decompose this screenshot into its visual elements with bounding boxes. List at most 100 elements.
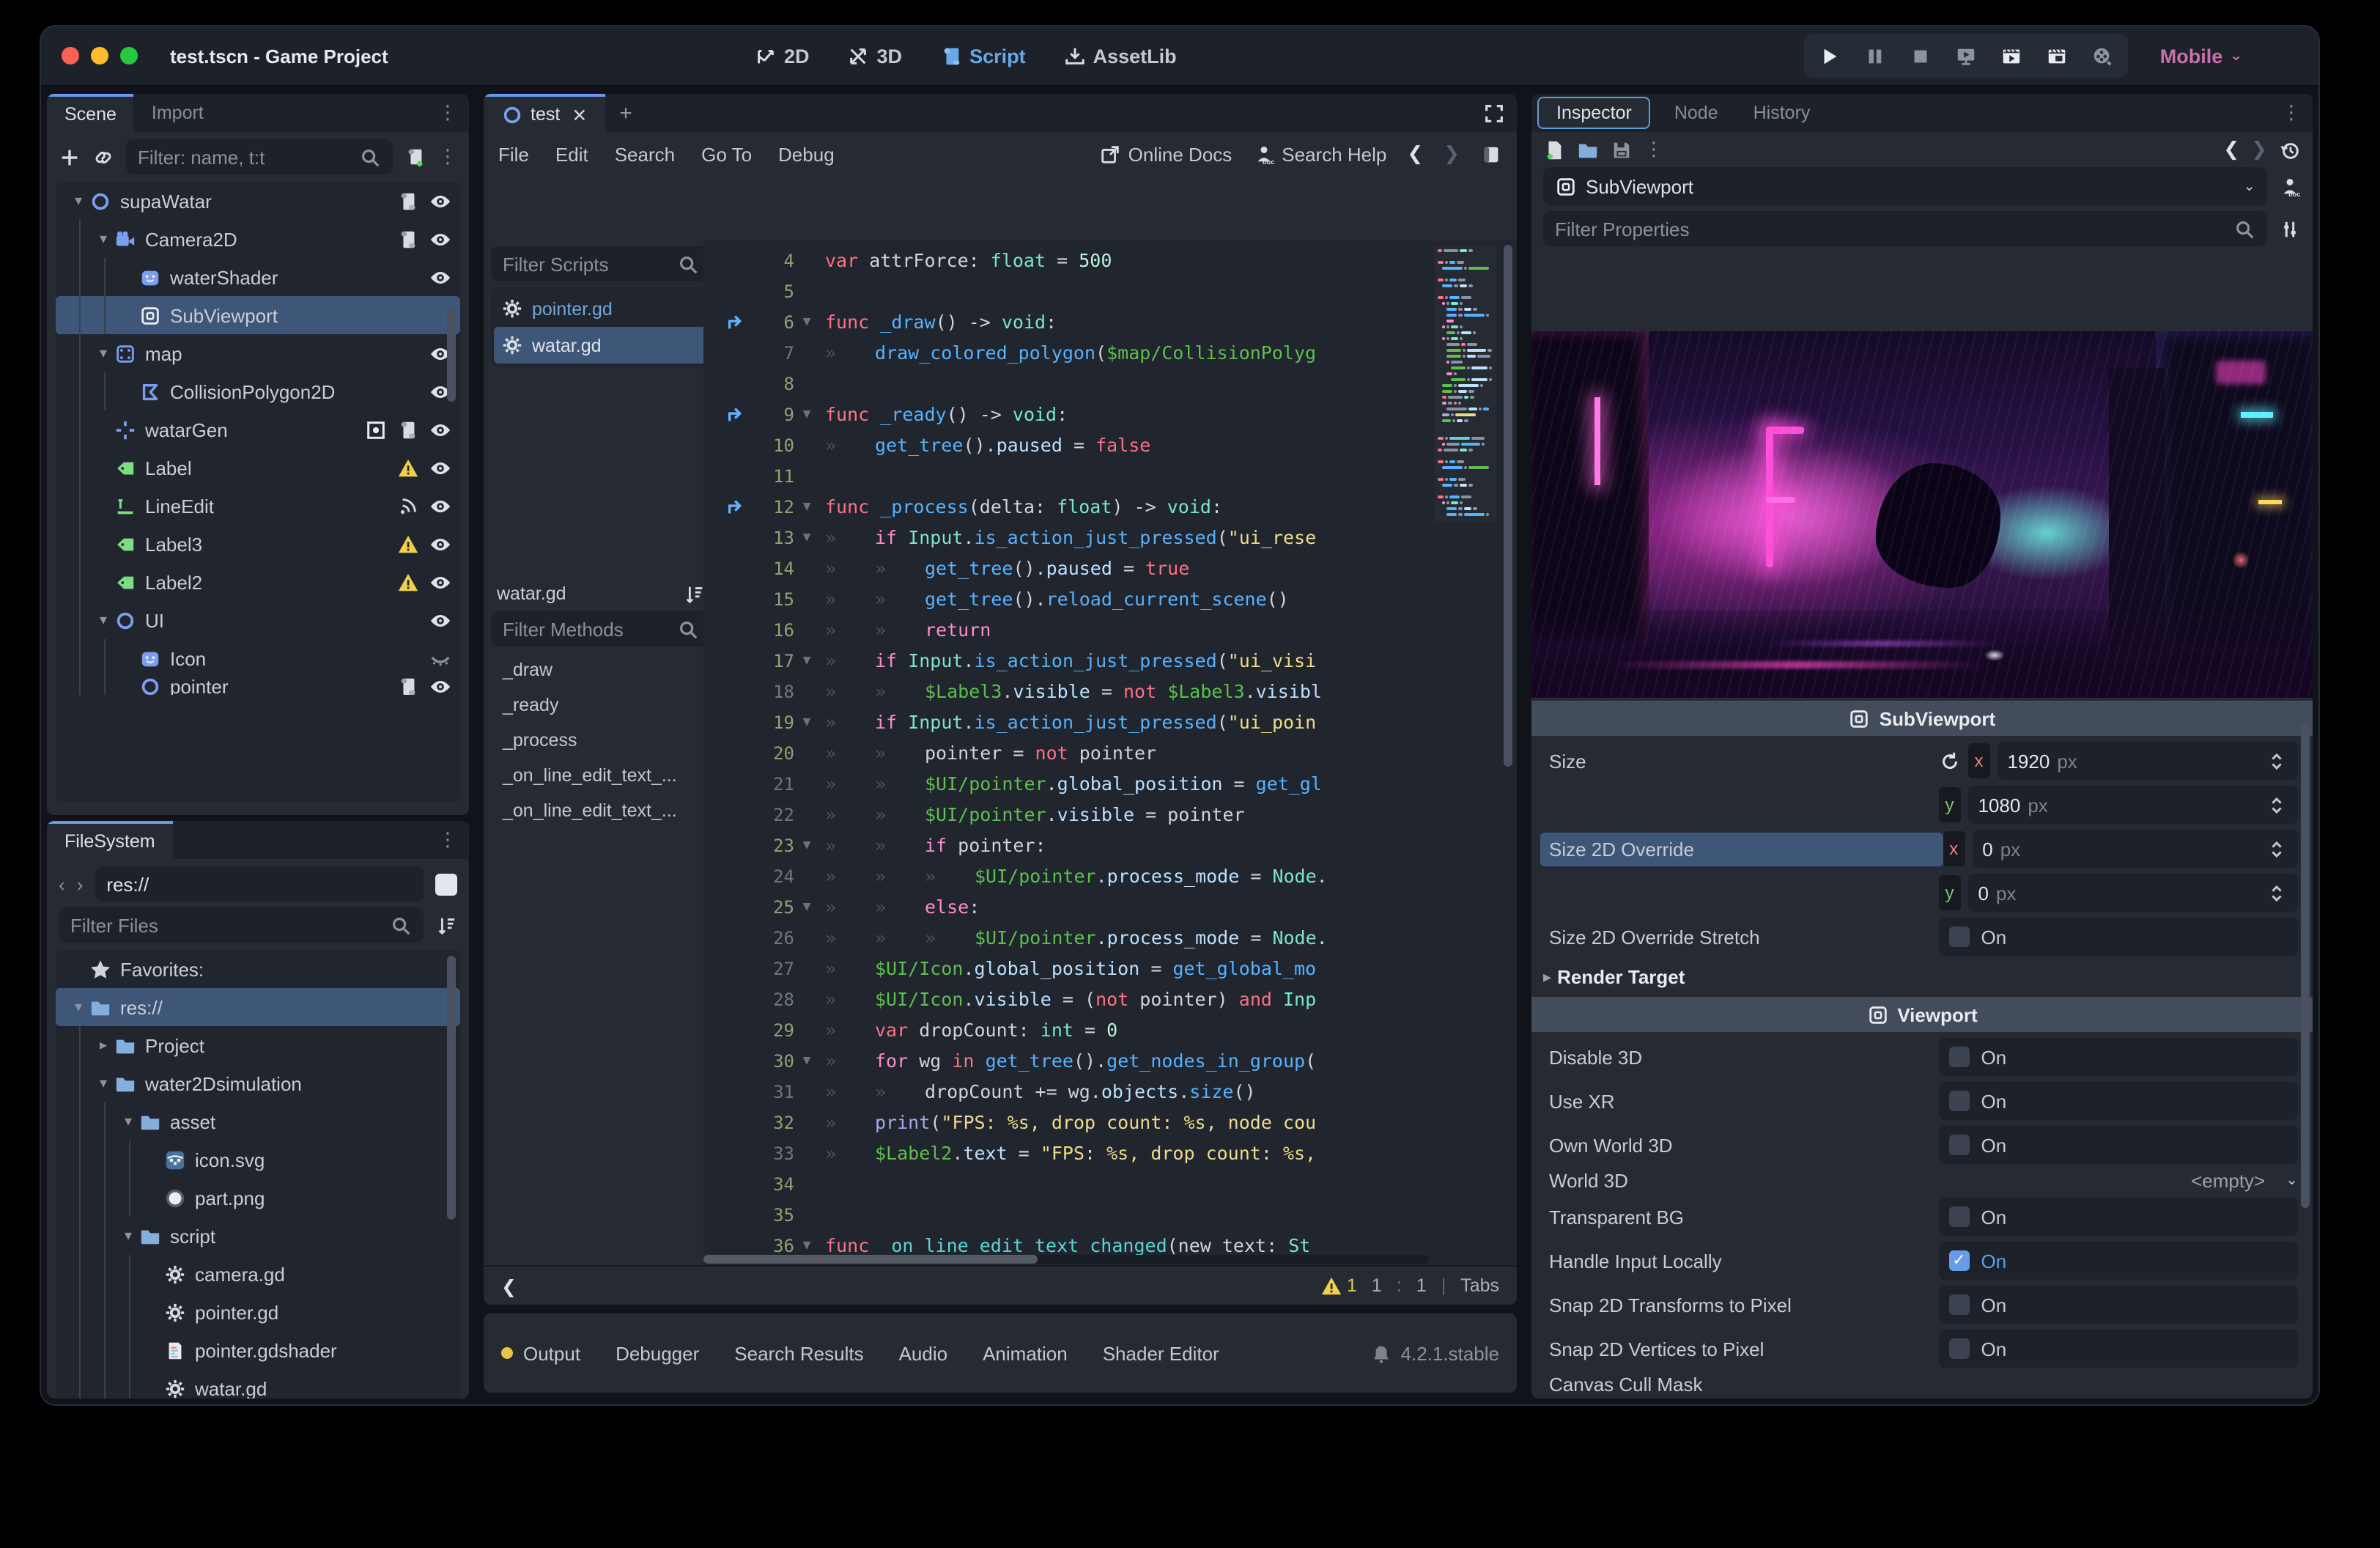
toggle-scripts-panel-icon[interactable] xyxy=(1480,143,1502,165)
code-line-28[interactable]: 28»$UI/Icon.visible = (not pointer) and … xyxy=(703,984,1517,1014)
code-hscrollbar[interactable] xyxy=(703,1255,1429,1264)
scene-node-label3[interactable]: Label3 xyxy=(56,525,460,563)
fs-item-pointer-gd[interactable]: pointer.gd xyxy=(56,1293,460,1331)
fold-panel-icon[interactable]: ❮ xyxy=(501,1275,517,1297)
script-icon[interactable] xyxy=(397,190,419,212)
code-line-9[interactable]: 9▼func _ready() -> void: xyxy=(703,399,1517,430)
menu-debug[interactable]: Debug xyxy=(778,143,835,165)
panel-menu-icon[interactable]: ⋮ xyxy=(438,94,469,132)
node-selector-dropdown[interactable]: SubViewport ⌄ xyxy=(1543,167,2267,205)
mode-tab-script[interactable]: Script xyxy=(940,45,1026,67)
play-icon[interactable] xyxy=(1819,45,1841,67)
script-item-watar-gd[interactable]: watar.gd xyxy=(494,327,708,364)
script-icon[interactable] xyxy=(397,228,419,250)
method-item[interactable]: _ready xyxy=(491,688,711,723)
code-line-8[interactable]: 8 xyxy=(703,368,1517,399)
history-forward-icon[interactable]: ❯ xyxy=(1444,142,1460,166)
movie-reel-icon[interactable] xyxy=(2091,45,2113,67)
spin-icon[interactable] xyxy=(2266,838,2288,860)
scene-node-watershader[interactable]: waterShader xyxy=(56,258,460,296)
attach-script-button[interactable] xyxy=(404,146,426,168)
method-item[interactable]: _on_line_edit_text_... xyxy=(491,794,711,829)
spin-icon[interactable] xyxy=(2266,882,2288,904)
fold-icon[interactable]: ▼ xyxy=(794,314,819,329)
code-line-4[interactable]: 4var attrForce: float = 500 xyxy=(703,245,1517,276)
indent-type[interactable]: Tabs xyxy=(1460,1275,1499,1296)
fs-item-watar-gd[interactable]: watar.gd xyxy=(56,1369,460,1398)
tab-import[interactable]: Import xyxy=(134,94,221,132)
property-label[interactable]: Own World 3D xyxy=(1549,1134,1938,1156)
fold-icon[interactable]: ▼ xyxy=(794,407,819,421)
resource-extra-icon[interactable]: ⋮ xyxy=(1644,138,1663,161)
chevron-down-icon[interactable]: ▾ xyxy=(117,1228,139,1244)
method-item[interactable]: _draw xyxy=(491,653,711,688)
grid-view-toggle[interactable] xyxy=(435,873,457,895)
property-label[interactable]: Size xyxy=(1549,750,1938,772)
stop-icon[interactable] xyxy=(1910,45,1932,67)
checkbox-icon[interactable] xyxy=(1948,1135,1969,1155)
checkbox-field[interactable]: On xyxy=(1938,1082,2298,1120)
code-scrollbar[interactable] xyxy=(1504,245,1512,767)
search-help-button[interactable]: ᴅᴏᴄ Search Help xyxy=(1252,143,1386,165)
unique-box-icon[interactable] xyxy=(365,419,387,441)
code-line-31[interactable]: 31»»dropCount += wg.objects.size() xyxy=(703,1076,1517,1107)
collapsed-section-render-target[interactable]: ▸Render Target xyxy=(1531,959,2313,994)
bottom-tab-search-results[interactable]: Search Results xyxy=(734,1342,863,1364)
eye-icon[interactable] xyxy=(429,571,451,593)
tab-filesystem[interactable]: FileSystem xyxy=(47,821,173,859)
scene-node-camera2d[interactable]: ▾Camera2D xyxy=(56,220,460,258)
checkbox-field[interactable]: On xyxy=(1938,1330,2298,1368)
code-line-29[interactable]: 29»var dropCount: int = 0 xyxy=(703,1014,1517,1045)
menu-edit[interactable]: Edit xyxy=(555,143,588,165)
chevron-down-icon[interactable]: ▾ xyxy=(92,612,114,628)
save-resource-button[interactable] xyxy=(1611,139,1633,161)
eye-icon[interactable] xyxy=(429,495,451,517)
new-resource-button[interactable] xyxy=(1543,139,1565,161)
code-line-23[interactable]: 23▼»»if pointer: xyxy=(703,830,1517,860)
number-field[interactable]: 1080px xyxy=(1967,786,2298,824)
path-field[interactable]: res:// xyxy=(95,866,424,902)
property-label[interactable]: Size 2D Override xyxy=(1540,832,1943,866)
pause-icon[interactable] xyxy=(1864,45,1886,67)
property-label[interactable]: Use XR xyxy=(1549,1090,1938,1112)
number-field[interactable]: 0px xyxy=(1972,830,2298,868)
code-line-17[interactable]: 17▼»if Input.is_action_just_pressed("ui_… xyxy=(703,645,1517,676)
filter-files-input[interactable]: Filter Files xyxy=(59,907,424,943)
fold-icon[interactable]: ▼ xyxy=(794,899,819,914)
eye-icon[interactable] xyxy=(429,190,451,212)
number-field[interactable]: 1920px xyxy=(1997,742,2298,780)
history-forward-icon[interactable]: ❯ xyxy=(2251,138,2267,161)
property-label[interactable]: Handle Input Locally xyxy=(1549,1250,1938,1272)
bottom-tab-shader-editor[interactable]: Shader Editor xyxy=(1103,1342,1219,1364)
method-item[interactable]: _process xyxy=(491,723,711,759)
code-line-10[interactable]: 10»get_tree().paused = false xyxy=(703,430,1517,460)
panel-menu-icon[interactable]: ⋮ xyxy=(438,821,469,859)
property-label[interactable]: Snap 2D Transforms to Pixel xyxy=(1549,1294,1938,1316)
tab-history[interactable]: History xyxy=(1736,94,1828,132)
scene-filter-input[interactable]: Filter: name, t:t xyxy=(126,139,393,174)
history-back-icon[interactable]: ❮ xyxy=(2223,138,2239,161)
eye-icon[interactable] xyxy=(429,677,451,695)
clapper-play-icon[interactable] xyxy=(2000,45,2022,67)
revert-icon[interactable] xyxy=(1938,750,1960,772)
minimize-window-button[interactable] xyxy=(91,47,108,64)
code-line-12[interactable]: 12▼func _process(delta: float) -> void: xyxy=(703,491,1517,522)
mode-tab-assetlib[interactable]: AssetLib xyxy=(1064,45,1177,67)
panel-menu-icon[interactable]: ⋮ xyxy=(2282,94,2313,132)
maximize-window-button[interactable] xyxy=(120,47,138,64)
property-label[interactable]: Snap 2D Vertices to Pixel xyxy=(1549,1338,1938,1360)
fold-icon[interactable]: ▼ xyxy=(794,715,819,729)
fs-item-icon-svg[interactable]: icon.svg xyxy=(56,1140,460,1179)
fs-item-favorites-[interactable]: Favorites: xyxy=(56,950,460,988)
code-line-7[interactable]: 7»draw_colored_polygon($map/CollisionPol… xyxy=(703,337,1517,368)
scene-node-supawatar[interactable]: ▾supaWatar xyxy=(56,182,460,220)
scene-node-label2[interactable]: Label2 xyxy=(56,563,460,601)
history-back-icon[interactable]: ❮ xyxy=(1407,142,1423,166)
bottom-tab-audio[interactable]: Audio xyxy=(899,1342,948,1364)
checkbox-field[interactable]: On xyxy=(1938,1198,2298,1236)
scene-node-map[interactable]: ▾map xyxy=(56,334,460,372)
property-label[interactable]: Canvas Cull Mask xyxy=(1549,1374,1938,1396)
chevron-right-icon[interactable]: ▸ xyxy=(92,1037,114,1053)
warning-icon[interactable] xyxy=(397,533,419,555)
tab-scene[interactable]: Scene xyxy=(47,94,134,132)
